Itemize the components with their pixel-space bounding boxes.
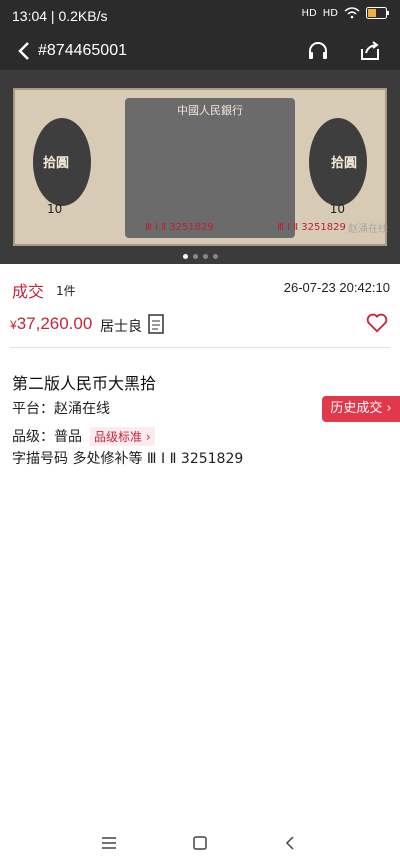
heart-icon[interactable]	[366, 312, 388, 334]
nav-bar: #874465001	[0, 34, 400, 70]
note-header: 中國人民銀行	[177, 104, 243, 117]
image-watermark: 赵涌在线	[348, 224, 388, 235]
signal-icon-2: HD	[322, 7, 338, 19]
item-name: 第二版人民币大黑拾	[12, 374, 157, 393]
back-nav-icon[interactable]	[282, 834, 300, 852]
wifi-icon	[344, 7, 360, 19]
note-serial-right: Ⅲ Ⅰ Ⅱ 3251829	[277, 222, 346, 233]
price-value: 37,260.00	[16, 314, 93, 333]
quantity: 1件	[56, 284, 76, 298]
note-vignette	[125, 98, 295, 238]
carousel-dot[interactable]	[182, 254, 188, 259]
signal-icon: HD	[301, 7, 317, 19]
divider	[10, 347, 390, 348]
carousel-dot[interactable]	[192, 254, 198, 259]
share-icon[interactable]	[358, 39, 382, 63]
menu-icon[interactable]	[100, 834, 118, 852]
note-number-right: 10	[329, 202, 345, 216]
status-icons: HD HD	[302, 7, 390, 19]
price-row: ¥37,260.00 居士良	[10, 312, 390, 340]
status-row: 成交 1件 26-07-23 20:42:10	[10, 278, 390, 301]
battery-icon	[366, 7, 389, 19]
note-denomination-left: 拾圓	[43, 156, 70, 171]
page-title: #874465001	[38, 42, 127, 59]
status-bar: 13:04 | 0.2KB/s HD HD	[0, 0, 400, 34]
grade-standard-label: 品级标准	[94, 430, 143, 444]
deal-status: 成交	[12, 282, 45, 301]
history-deals-button[interactable]: 历史成交 ›	[322, 396, 400, 422]
banknote-image: 中國人民銀行 拾圓 拾圓 10 10 Ⅲ Ⅰ Ⅱ 3251829 Ⅲ Ⅰ Ⅱ 3…	[13, 88, 387, 246]
system-nav-bar	[0, 820, 400, 866]
history-deals-label: 历史成交	[330, 401, 383, 416]
document-icon[interactable]	[148, 314, 164, 334]
carousel-dot[interactable]	[212, 254, 218, 259]
status-time: 13:04 | 0.2KB/s	[12, 8, 108, 24]
item-description: 字描号码 多处修补等 Ⅲ Ⅰ Ⅱ 3251829	[12, 451, 244, 467]
note-number-left: 10	[47, 202, 63, 216]
back-icon[interactable]	[14, 40, 36, 62]
price-symbol: ¥	[10, 318, 17, 332]
seller-name[interactable]: 居士良	[100, 316, 142, 336]
carousel-dots	[0, 254, 400, 259]
carousel-dot[interactable]	[202, 254, 208, 259]
grade-label: 品级：普品	[12, 429, 82, 445]
deal-time: 26-07-23 20:42:10	[283, 280, 390, 295]
note-denomination-right: 拾圓	[330, 156, 357, 171]
headset-icon[interactable]	[306, 39, 330, 63]
home-icon[interactable]	[191, 834, 209, 852]
image-carousel[interactable]: 中國人民銀行 拾圓 拾圓 10 10 Ⅲ Ⅰ Ⅱ 3251829 Ⅲ Ⅰ Ⅱ 3…	[0, 70, 400, 264]
platform-label: 平台：赵涌在线	[12, 401, 110, 417]
note-serial-left: Ⅲ Ⅰ Ⅱ 3251829	[145, 222, 214, 233]
price: ¥37,260.00	[10, 314, 92, 334]
grade-standard-link[interactable]: 品级标准 ›	[90, 427, 155, 446]
